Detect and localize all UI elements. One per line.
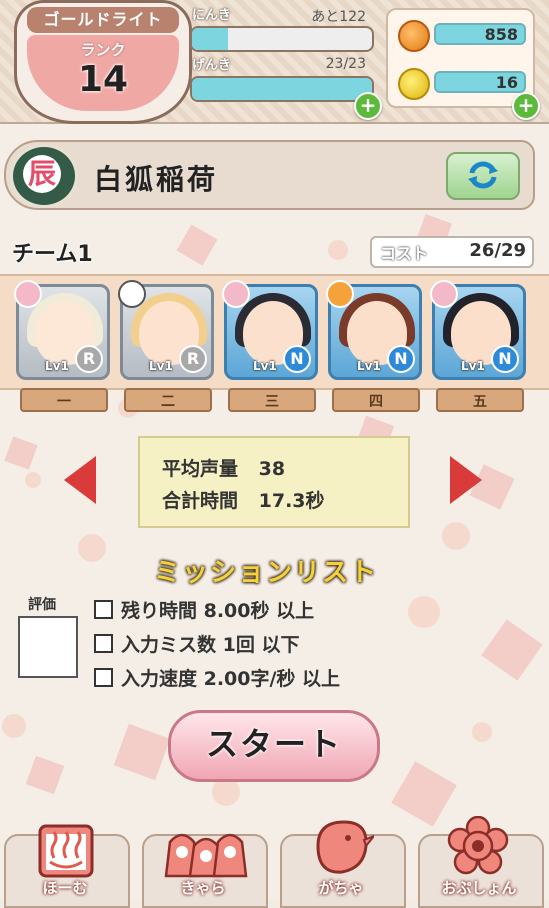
genki-value: 23/23: [325, 56, 366, 72]
rank-label: ランク: [80, 41, 126, 59]
add-currency-button[interactable]: +: [512, 92, 540, 120]
rank-title: ゴールドライト: [27, 7, 179, 33]
team-stats-panel: 平均声量 38 合計時間 17.3秒: [138, 436, 410, 528]
slot-label-5: 五: [436, 388, 524, 412]
nav-gacha[interactable]: がちゃ: [280, 820, 406, 908]
currency-row-orange: 858: [396, 20, 529, 52]
total-time-label: 合計時間: [162, 490, 239, 512]
eval-label: 評価: [28, 597, 56, 613]
cost-label: コスト: [380, 244, 429, 263]
mission-item-2: 入力ミス数 1回 以下: [94, 630, 299, 657]
ninki-bar-fill: [192, 28, 228, 50]
course-badge-kanji: 辰: [23, 155, 61, 193]
genki-bar-fill: [192, 78, 372, 100]
header-bar: ゴールドライト ランク 14 にんき あと122 げんき 23/23 + 858…: [0, 0, 549, 124]
ninki-label: にんき: [192, 8, 232, 23]
mission-checkbox: [94, 600, 113, 619]
bird-icon: [316, 820, 374, 874]
member-level: Lv1: [149, 359, 173, 373]
next-team-arrow[interactable]: [450, 456, 482, 504]
course-badge: 辰: [10, 144, 78, 208]
course-panel: 辰 白狐稲荷: [4, 140, 535, 210]
clock-icon: [118, 280, 146, 308]
nav-option-label: おぷしょん: [441, 879, 517, 897]
nav-home-label: ほーむ: [42, 879, 88, 897]
refresh-icon: [468, 161, 498, 189]
team-title: チーム1: [12, 242, 93, 267]
change-course-button[interactable]: [446, 152, 520, 200]
mission-text: 入力ミス数 1回 以下: [121, 634, 300, 656]
megaphone-icon: [222, 280, 250, 308]
start-button[interactable]: スタート: [168, 710, 380, 782]
cost-display: コスト 26/29: [370, 236, 534, 268]
total-time-row: 合計時間 17.3秒: [162, 486, 325, 513]
nav-chara-label: きゃら: [180, 879, 226, 897]
megaphone-icon: [430, 280, 458, 308]
nav-gacha-label: がちゃ: [318, 879, 364, 897]
nav-option[interactable]: おぷしょん: [418, 816, 544, 908]
mission-title: ミッションリスト: [154, 558, 379, 588]
member-level: Lv1: [461, 359, 485, 373]
nav-home[interactable]: ほーむ: [4, 820, 130, 908]
rank-value: 14: [77, 59, 129, 100]
rank-badge: ランク 14: [27, 35, 179, 111]
total-time-value: 17.3秒: [258, 490, 325, 512]
rarity-badge: N: [491, 345, 519, 373]
rarity-badge: N: [283, 345, 311, 373]
onsen-icon: [38, 824, 94, 878]
avg-volume-value: 38: [258, 458, 286, 480]
rarity-badge: N: [387, 345, 415, 373]
member-level: Lv1: [253, 359, 277, 373]
mission-checkbox: [94, 668, 113, 687]
slot-label-2: 二: [124, 388, 212, 412]
characters-icon: [164, 833, 248, 878]
mission-text: 入力速度 2.00字/秒 以上: [121, 668, 341, 690]
genki-bar: [190, 76, 374, 102]
rarity-badge: R: [179, 345, 207, 373]
rank-panel: ゴールドライト ランク 14: [14, 0, 192, 124]
mission-item-1: 残り時間 8.00秒 以上: [94, 596, 314, 623]
slot-label-1: 一: [20, 388, 108, 412]
ninki-value: あと122: [311, 9, 366, 25]
previous-team-arrow[interactable]: [64, 456, 96, 504]
cost-value: 26/29: [469, 240, 526, 261]
add-genki-button[interactable]: +: [354, 92, 382, 120]
slot-label-3: 三: [228, 388, 316, 412]
mission-text: 残り時間 8.00秒 以上: [121, 600, 315, 622]
nav-chara[interactable]: きゃら: [142, 820, 268, 908]
flower-icon: [447, 816, 509, 875]
slot-label-4: 四: [332, 388, 420, 412]
gold-coin-value: 16: [434, 71, 526, 93]
hand-icon: [326, 280, 354, 308]
avg-volume-label: 平均声量: [162, 458, 239, 480]
course-name: 白狐稲荷: [94, 163, 219, 196]
megaphone-icon: [14, 280, 42, 308]
member-level: Lv1: [45, 359, 69, 373]
orange-coin-value: 858: [434, 23, 526, 45]
currency-panel: 858 16: [386, 8, 535, 108]
gold-coin-icon: [398, 68, 430, 100]
rarity-badge: R: [75, 345, 103, 373]
orange-coin-icon: [398, 20, 430, 52]
eval-box: [18, 616, 78, 678]
genki-label: げんき: [192, 58, 232, 73]
currency-row-gold: 16: [396, 68, 529, 100]
member-level: Lv1: [357, 359, 381, 373]
ninki-bar: [190, 26, 374, 52]
mission-item-3: 入力速度 2.00字/秒 以上: [94, 664, 340, 691]
avg-volume-row: 平均声量 38: [162, 454, 285, 481]
mission-checkbox: [94, 634, 113, 653]
